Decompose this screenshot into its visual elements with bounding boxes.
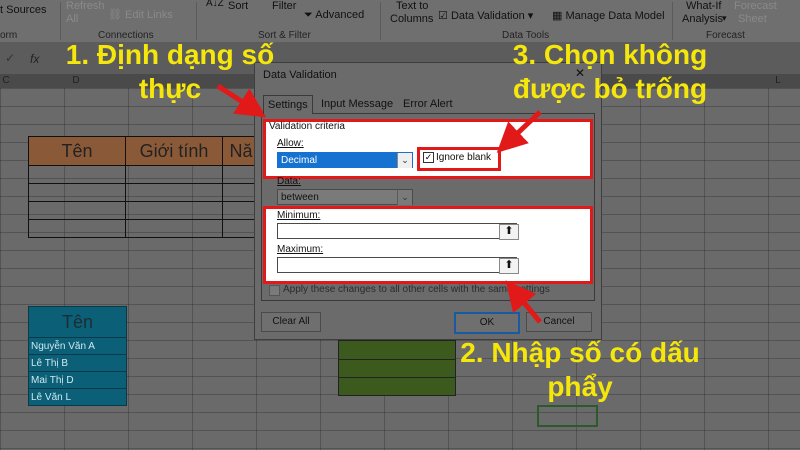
annotation-arrows <box>216 83 542 324</box>
tab-settings[interactable]: Settings <box>263 95 313 114</box>
arrow-step1 <box>216 83 267 118</box>
arrow-step3 <box>496 110 542 153</box>
arrow-step2 <box>505 280 542 324</box>
